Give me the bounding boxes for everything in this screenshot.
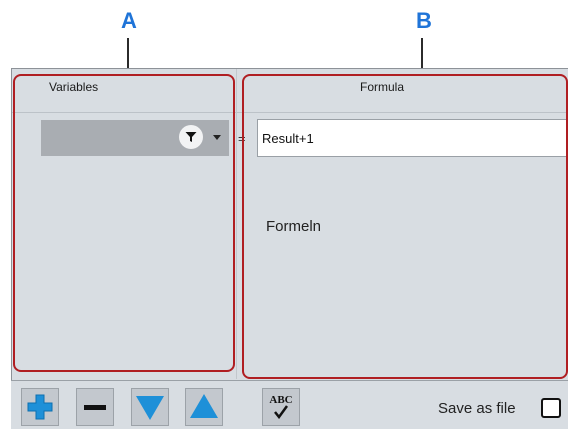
arrow-up-icon [190,394,218,418]
column-divider [236,69,237,379]
spellcheck-icon [274,405,289,419]
remove-button[interactable] [76,388,114,426]
highlight-box-a [13,74,235,372]
plus-icon [27,394,53,420]
save-as-file-label: Save as file [438,400,516,417]
move-up-button[interactable] [185,388,223,426]
minus-icon [84,405,106,410]
add-button[interactable] [21,388,59,426]
callout-label-a: A [121,8,137,33]
move-down-button[interactable] [131,388,169,426]
spell-check-button[interactable]: ABC [262,388,300,426]
highlight-box-b [242,74,568,379]
arrow-down-icon [136,396,164,420]
save-as-file-checkbox[interactable] [541,398,561,418]
callout-label-b: B [416,8,432,33]
spellcheck-icon-label: ABC [269,394,293,406]
